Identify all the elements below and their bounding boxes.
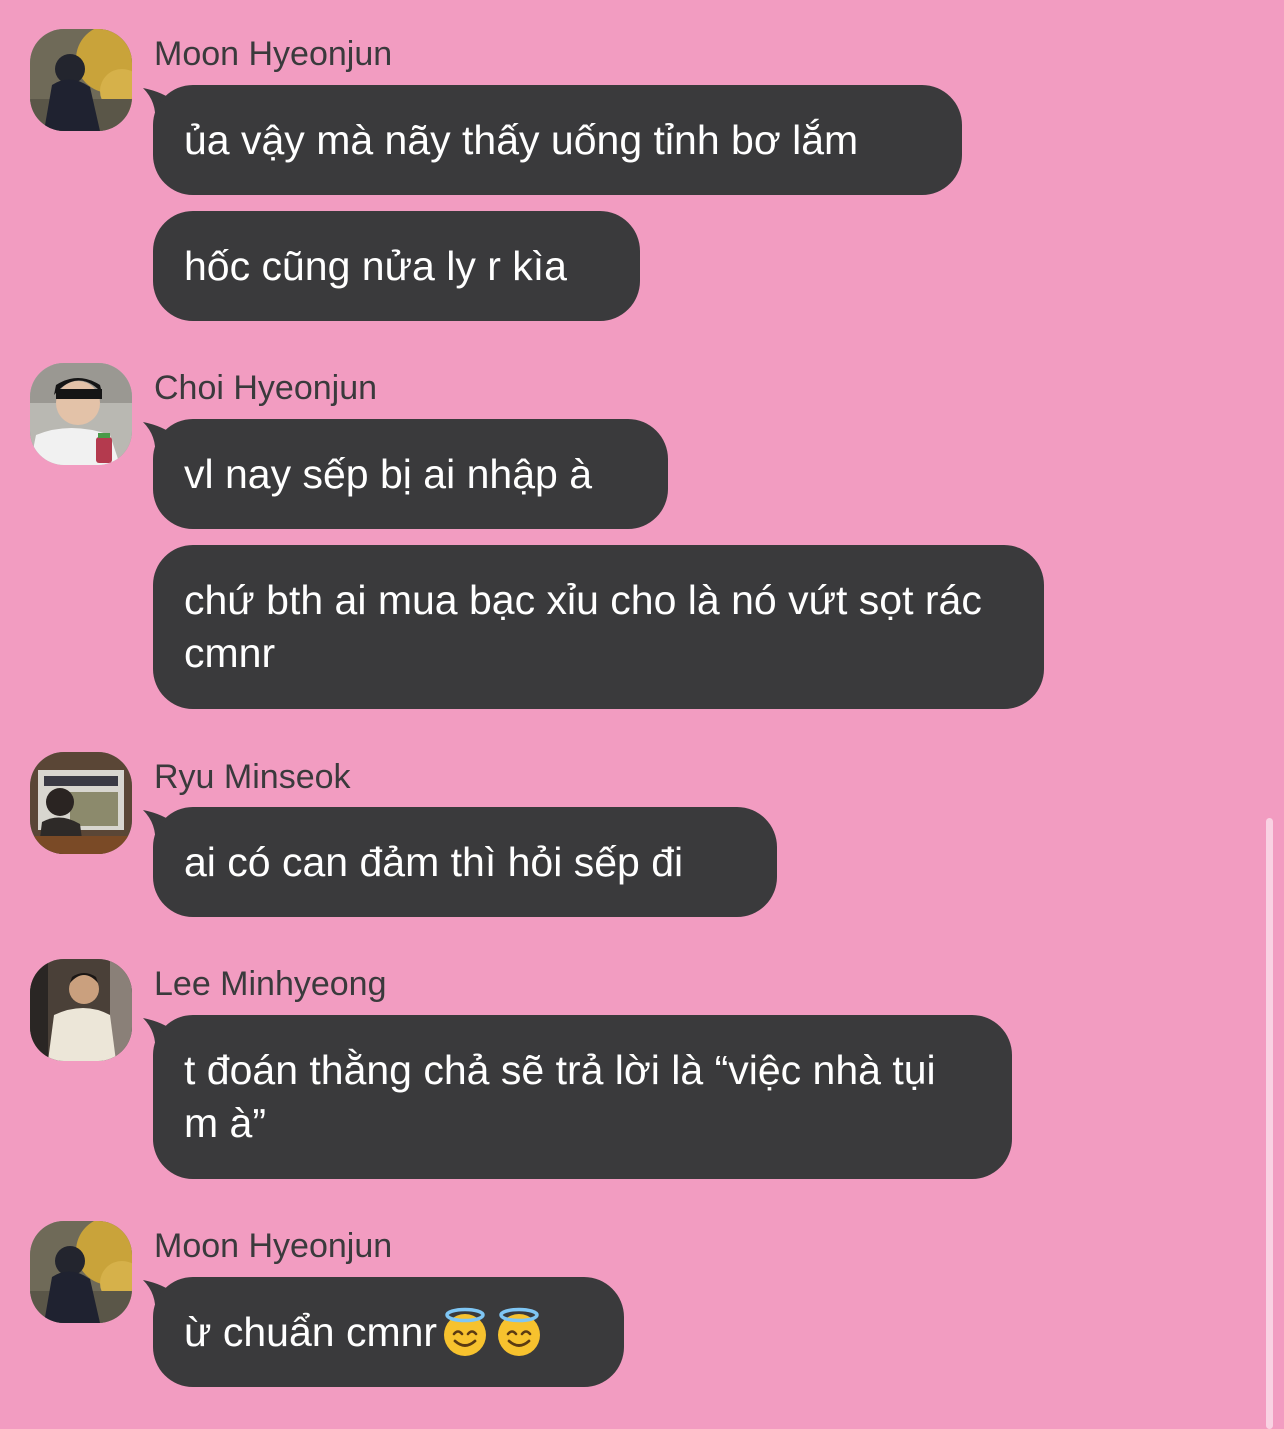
message-bubble[interactable]: chứ bth ai mua bạc xỉu cho là nó vứt sọt… xyxy=(153,545,1044,709)
message-text: ủa vậy mà nãy thấy uống tỉnh bơ lắm xyxy=(184,116,859,163)
sender-name: Lee Minhyeong xyxy=(154,965,387,1003)
avatar-moon-hyeonjun[interactable] xyxy=(30,29,132,131)
avatar-lee-minhyeong[interactable] xyxy=(30,959,132,1061)
message-bubble[interactable]: t đoán thằng chả sẽ trả lời là “việc nhà… xyxy=(153,1015,1012,1179)
sender-name: Moon Hyeonjun xyxy=(154,1227,393,1265)
smiling-face-with-halo-icon xyxy=(498,1307,541,1356)
message-bubble[interactable]: vl nay sếp bị ai nhập à xyxy=(153,419,668,529)
avatar-choi-hyeonjun[interactable] xyxy=(30,363,132,465)
message-text: ai có can đảm thì hỏi sếp đi xyxy=(184,838,684,885)
sender-name: Moon Hyeonjun xyxy=(154,35,393,73)
message-text-content: ừ chuẩn cmnr xyxy=(184,1308,438,1355)
message-text: chứ bth ai mua bạc xỉu cho là nó vứt sọt… xyxy=(184,577,982,676)
sender-name: Choi Hyeonjun xyxy=(154,369,378,407)
message-bubble[interactable]: ủa vậy mà nãy thấy uống tỉnh bơ lắm xyxy=(153,85,962,195)
message-text: ừ chuẩn cmnr xyxy=(184,1306,545,1359)
message-text: vl nay sếp bị ai nhập à xyxy=(184,450,592,497)
sender-name: Ryu Minseok xyxy=(154,758,351,796)
message-text: hốc cũng nửa ly r kìa xyxy=(184,242,567,289)
message-bubble[interactable]: hốc cũng nửa ly r kìa xyxy=(153,211,640,321)
message-bubble[interactable]: ừ chuẩn cmnr xyxy=(153,1277,624,1387)
message-text: t đoán thằng chả sẽ trả lời là “việc nhà… xyxy=(184,1047,936,1146)
avatar-ryu-minseok[interactable] xyxy=(30,752,132,854)
message-bubble[interactable]: ai có can đảm thì hỏi sếp đi xyxy=(153,807,777,917)
avatar-moon-hyeonjun[interactable] xyxy=(30,1221,132,1323)
scrollbar[interactable] xyxy=(1266,818,1273,1429)
smiling-face-with-halo-icon xyxy=(444,1307,487,1356)
